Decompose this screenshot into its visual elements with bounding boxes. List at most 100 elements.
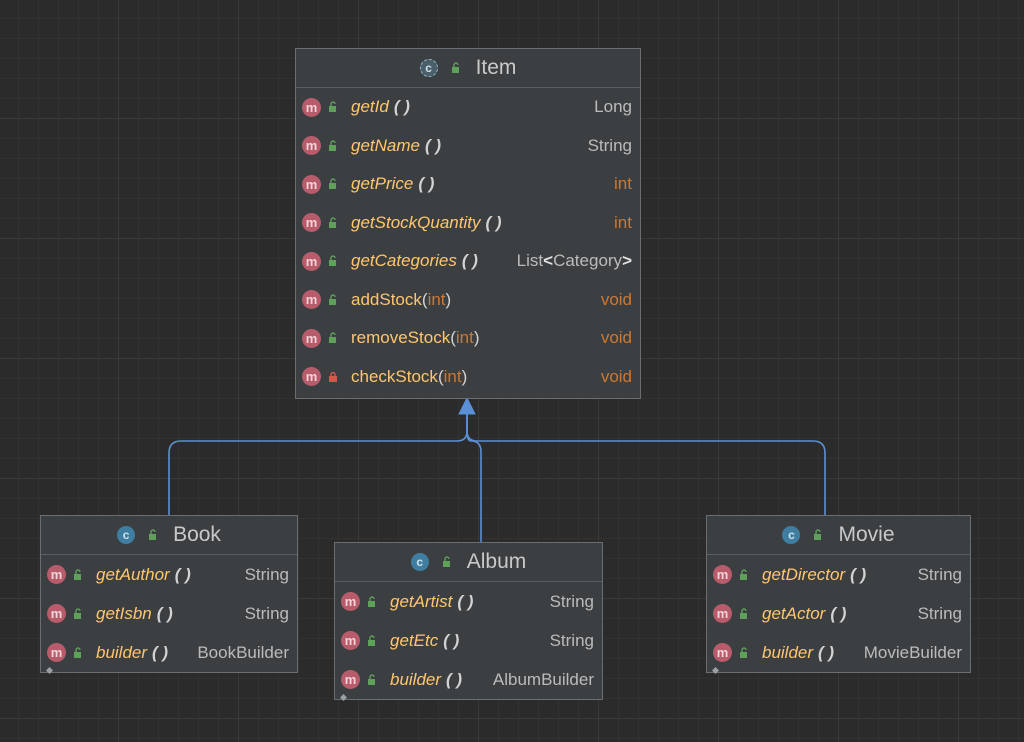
member-row[interactable]: m getIsbn ( ) String [41, 594, 297, 633]
method-icon: m [47, 604, 66, 623]
return-type: BookBuilder [197, 642, 289, 662]
open-lock-icon [441, 556, 453, 568]
method-name: getIsbn [96, 603, 152, 623]
open-lock-icon [327, 178, 339, 190]
class-item[interactable]: c Item m getId ( ) Long m getName ( ) St… [295, 48, 641, 399]
method-icon: m [341, 592, 360, 611]
return-type: void [600, 328, 632, 348]
member-row[interactable]: m addStock(int) void [296, 281, 640, 320]
return-type: int [614, 174, 632, 194]
class-icon: c [410, 553, 429, 571]
method-name: addStock [351, 289, 422, 309]
method-params: ( ) [418, 174, 435, 194]
edge-movie-item [466, 414, 826, 515]
class-name: Movie [838, 523, 895, 546]
open-lock-icon [327, 217, 339, 229]
method-params: ( ) [393, 97, 410, 117]
edge-book-item [168, 414, 468, 515]
class-name: Item [475, 56, 517, 79]
class-album[interactable]: c Album m getArtist ( ) String m getEtc … [334, 542, 603, 701]
class-book-header: c Book [41, 516, 297, 555]
paren-close: ) [473, 328, 480, 348]
static-marker-icon [340, 686, 347, 701]
open-lock-icon [147, 529, 159, 541]
method-icon: m [713, 604, 732, 623]
paren-close: ) [445, 289, 452, 309]
method-params: ( ) [457, 591, 474, 611]
method-icon: m [302, 97, 321, 117]
open-lock-icon [366, 595, 378, 608]
method-name: getStockQuantity [351, 212, 481, 232]
method-icon: m [302, 290, 321, 310]
member-row[interactable]: m checkStock(int) void [296, 358, 640, 397]
method-name: getPrice [351, 174, 414, 194]
member-row[interactable]: m getActor ( ) String [707, 594, 970, 633]
edge-album-item [466, 414, 482, 542]
method-arg: int [443, 366, 462, 386]
open-lock-icon [366, 634, 378, 647]
paren-close: ) [461, 366, 468, 386]
method-icon: m [302, 136, 321, 156]
class-album-header: c Album [335, 543, 602, 582]
open-lock-icon [72, 646, 84, 659]
open-lock-icon [738, 646, 750, 659]
member-row[interactable]: m getStockQuantity ( ) int [296, 204, 640, 243]
member-row[interactable]: m getCategories ( ) List<Category> [296, 242, 640, 281]
method-params: ( ) [152, 642, 169, 662]
member-row[interactable]: m getDirector ( ) String [707, 555, 970, 594]
return-type: String [549, 630, 594, 650]
static-marker-icon [46, 659, 53, 674]
method-name: builder [96, 642, 148, 662]
class-icon: c [782, 526, 801, 544]
method-params: ( ) [446, 669, 463, 689]
method-name: getId [351, 97, 389, 117]
method-icon: m [302, 328, 321, 348]
return-type: String [917, 603, 962, 623]
member-row[interactable]: m removeStock(int) void [296, 319, 640, 358]
method-icon: m [302, 367, 321, 387]
return-type: String [549, 591, 594, 611]
method-icon: m [302, 174, 321, 194]
closed-lock-icon [327, 371, 339, 383]
class-movie-header: c Movie [707, 516, 970, 555]
open-lock-icon [72, 568, 84, 581]
method-name: getActor [762, 603, 826, 623]
method-params: ( ) [461, 251, 478, 271]
member-row[interactable]: m builder ( ) BookBuilder [41, 633, 297, 674]
method-params: ( ) [850, 564, 867, 584]
open-lock-icon [812, 529, 824, 541]
open-lock-icon [327, 140, 339, 152]
inheritance-arrowhead [458, 396, 476, 415]
static-marker-icon [712, 659, 719, 674]
method-name: builder [390, 669, 442, 689]
class-icon: c [117, 526, 136, 544]
return-type: String [244, 603, 289, 623]
open-lock-icon [738, 568, 750, 581]
member-row[interactable]: m builder ( ) MovieBuilder [707, 633, 970, 674]
method-params: ( ) [830, 603, 847, 623]
member-row[interactable]: m getArtist ( ) String [335, 582, 602, 621]
method-name: getDirector [762, 564, 846, 584]
open-lock-icon [327, 332, 339, 344]
method-icon: m [302, 213, 321, 233]
generic-open: < [543, 251, 554, 271]
method-arg: int [427, 289, 446, 309]
method-params: ( ) [818, 642, 835, 662]
class-movie[interactable]: c Movie m getDirector ( ) String m getAc… [706, 515, 971, 674]
class-book[interactable]: c Book m getAuthor ( ) String m getIsbn … [40, 515, 298, 674]
member-row[interactable]: m getName ( ) String [296, 127, 640, 166]
open-lock-icon [738, 607, 750, 620]
method-name: getEtc [390, 630, 439, 650]
member-row[interactable]: m getPrice ( ) int [296, 165, 640, 204]
return-type: MovieBuilder [863, 642, 962, 662]
return-type: String [587, 135, 632, 155]
method-icon: m [47, 565, 66, 584]
member-row[interactable]: m getId ( ) Long [296, 88, 640, 127]
return-type: String [917, 564, 962, 584]
member-row[interactable]: m getAuthor ( ) String [41, 555, 297, 594]
member-row[interactable]: m builder ( ) AlbumBuilder [335, 660, 602, 701]
member-row[interactable]: m getEtc ( ) String [335, 621, 602, 660]
class-name: Album [466, 550, 527, 573]
method-name: removeStock [351, 328, 451, 348]
return-type: int [614, 212, 632, 232]
